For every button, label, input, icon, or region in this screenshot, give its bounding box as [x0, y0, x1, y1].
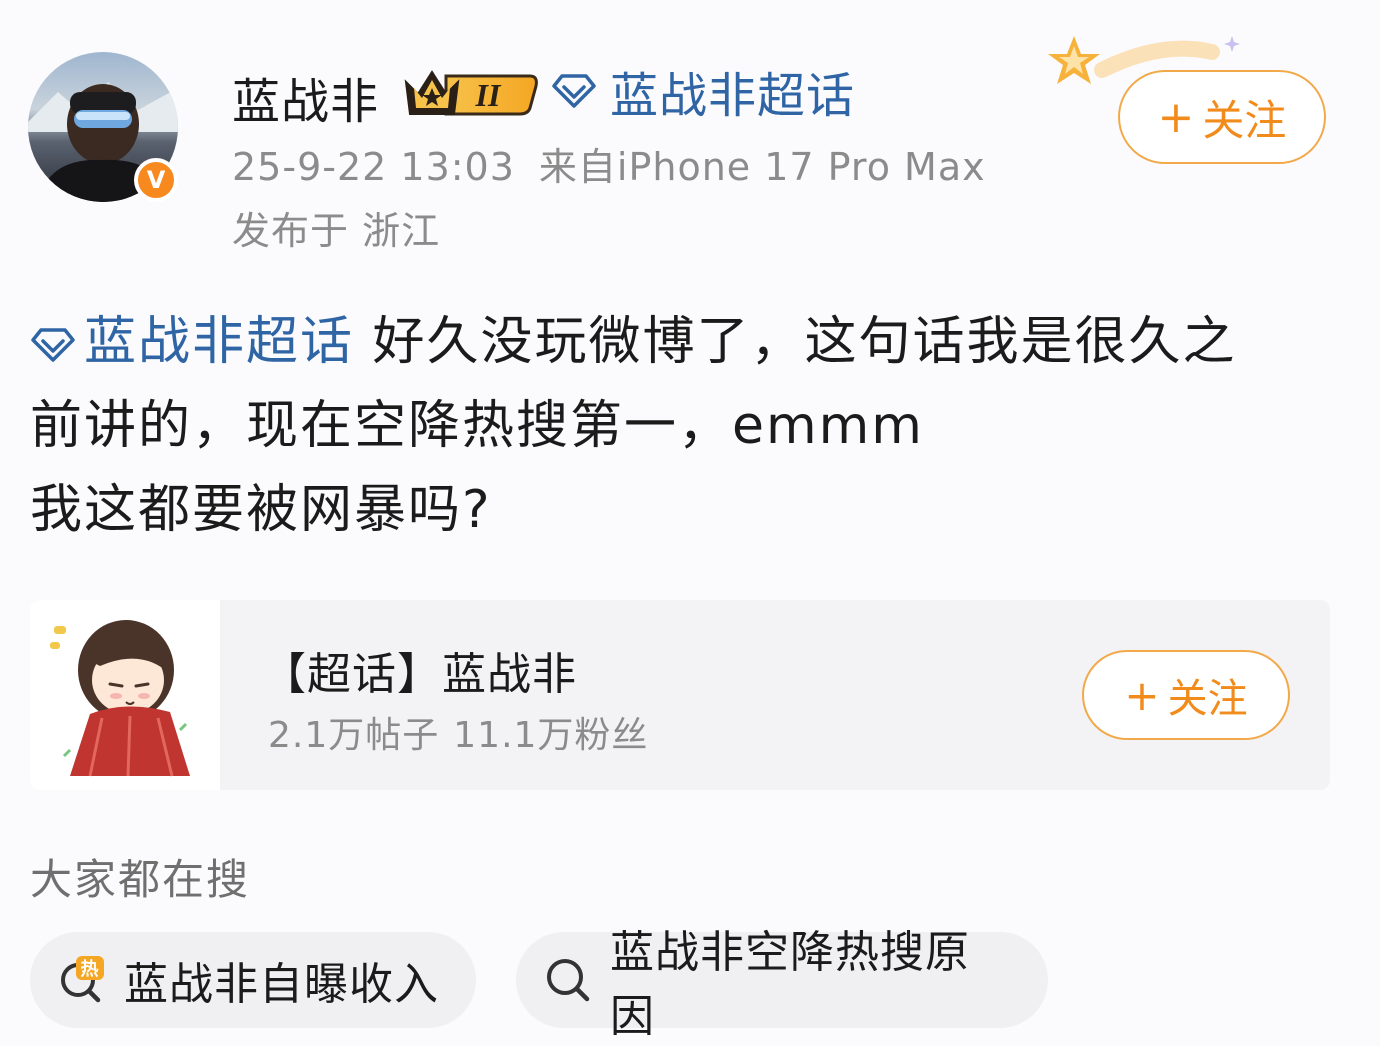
cartoon-character-image [50, 620, 190, 777]
super-topic-card[interactable]: 【超话】蓝战非 2.1万帖子 11.1万粉丝 + 关注 [30, 600, 1330, 790]
diamond-icon [552, 74, 596, 108]
super-topic-link-label: 蓝战非超话 [610, 68, 856, 124]
plus-icon: + [1124, 670, 1160, 720]
trending-search-chip-1[interactable]: 热 蓝战非自曝收入 [30, 932, 476, 1028]
post-location: 发布于 浙江 [232, 209, 441, 253]
super-topic-posts: 2.1万帖子 [268, 715, 440, 756]
post-line-2: 前讲的，现在空降热搜第一，emmm [30, 396, 924, 456]
post-line-3: 我这都要被网暴吗? [30, 480, 492, 540]
follow-button-label: 关注 [1202, 95, 1287, 145]
weibo-post: V 蓝战非 II 蓝战非超话 25-9-22 13:03 来自iPhone 17 … [0, 0, 1380, 1046]
search-icon [544, 956, 592, 1004]
super-topic-link[interactable]: 蓝战非超话 [552, 62, 855, 124]
post-topic-tag-label: 蓝战非超话 [84, 312, 355, 372]
verified-badge-icon: V [134, 158, 178, 202]
post-topic-tag[interactable]: 蓝战非超话 [30, 312, 354, 372]
super-topic-follow-button[interactable]: + 关注 [1082, 650, 1290, 740]
post-timestamp: 25-9-22 13:03 [232, 145, 515, 189]
hot-badge-text: 热 [81, 958, 100, 980]
username[interactable]: 蓝战非 [232, 62, 379, 132]
super-topic-thumbnail [30, 600, 220, 790]
crown-level-badge-icon[interactable]: II [400, 64, 540, 120]
post-content: 蓝战非超话 好久没玩微博了，这句话我是很久之 前讲的，现在空降热搜第一，emmm… [30, 300, 1350, 552]
level-badge-text: II [475, 77, 502, 113]
trending-search-chip-1-label: 蓝战非自曝收入 [124, 959, 439, 1010]
post-line-1: 蓝战非超话 好久没玩微博了，这句话我是很久之 [30, 300, 1350, 384]
trending-searches-heading: 大家都在搜 [30, 855, 251, 904]
super-topic-fans: 11.1万粉丝 [453, 715, 649, 756]
post-line-1-text: 好久没玩微博了，这句话我是很久之 [354, 312, 1237, 372]
post-source: 来自iPhone 17 Pro Max [538, 145, 986, 189]
super-topic-follow-label: 关注 [1167, 676, 1248, 722]
trending-search-chip-2-label: 蓝战非空降热搜原因 [610, 927, 970, 1042]
super-topic-stats: 2.1万帖子 11.1万粉丝 [268, 706, 648, 758]
hot-search-icon: 热 [58, 956, 106, 1004]
plus-icon: + [1157, 91, 1195, 143]
trending-search-chip-2[interactable]: 蓝战非空降热搜原因 [516, 927, 1048, 1042]
post-meta: 25-9-22 13:03 来自iPhone 17 Pro Max [232, 136, 986, 191]
super-topic-title: 【超话】蓝战非 [262, 649, 577, 700]
follow-button[interactable]: + 关注 [1118, 70, 1326, 164]
diamond-icon [31, 328, 75, 362]
